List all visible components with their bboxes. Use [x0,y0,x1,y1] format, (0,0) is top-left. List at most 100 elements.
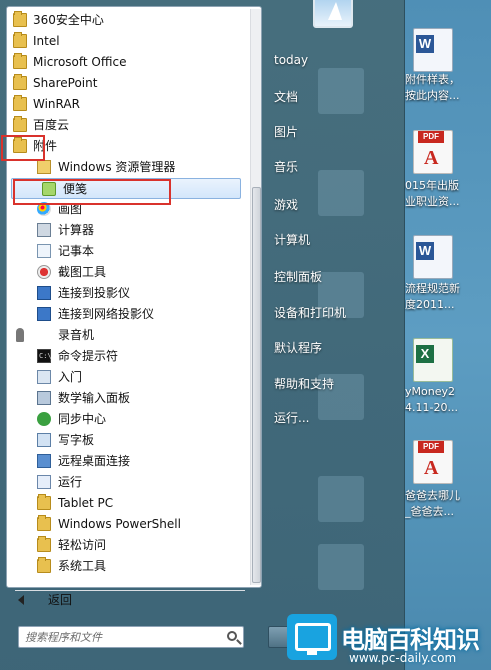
folder-icon [37,536,51,552]
item-label: 命令提示符 [58,349,119,363]
program-powershell-folder[interactable]: Windows PowerShell [7,514,247,535]
snipping-tool-icon [37,265,51,279]
program-winrar-folder[interactable]: WinRAR [7,94,247,115]
highlight-accessories [1,135,45,161]
microphone-icon [16,328,24,342]
program-ease-of-access-folder[interactable]: 轻松访问 [7,535,247,556]
program-calculator[interactable]: 计算器 [7,220,247,241]
getting-started-icon [37,370,51,384]
item-label: SharePoint [33,76,98,90]
desktop: 附件样表， 按此内容... 015年出版 业职业资... 流程规范新 度2011… [405,0,491,670]
item-label: WinRAR [33,97,80,111]
program-microsoft-office-folder[interactable]: Microsoft Office [7,52,247,73]
desktop-icon-label: 流程规范新 [405,282,460,295]
item-label: 轻松访问 [58,538,107,552]
watermark-monitor-icon [287,614,337,660]
program-snipping-tool[interactable]: 截图工具 [7,262,247,283]
folder-icon [13,53,27,69]
item-label: 入门 [58,370,83,384]
remote-desktop-icon [37,454,51,468]
start-menu: 360安全中心 Intel Microsoft Office SharePoin… [0,0,405,670]
pdf-icon [413,440,453,484]
item-label: 百度云 [33,118,70,132]
search-box[interactable] [18,626,244,648]
item-label: Windows 资源管理器 [58,160,176,174]
desktop-icon-label: 4.11-20... [405,401,458,414]
desktop-icon-label: _爸爸去... [405,505,454,518]
program-remote-desktop[interactable]: 远程桌面连接 [7,451,247,472]
link-documents[interactable]: 文档 [274,88,298,105]
item-label: 连接到网络投影仪 [58,307,155,321]
program-list-scrollbar[interactable] [250,9,261,585]
math-input-icon [37,391,51,405]
link-pictures[interactable]: 图片 [274,123,298,140]
folder-icon [13,74,27,90]
item-label: 运行 [58,475,83,489]
desktop-icon-label: yMoney2 [405,385,455,398]
link-games[interactable]: 游戏 [274,196,298,213]
back-button[interactable]: 返回 [8,590,72,610]
link-today[interactable]: today [274,53,308,67]
link-control-panel[interactable]: 控制面板 [274,268,322,285]
item-label: Tablet PC [58,496,114,510]
program-notepad[interactable]: 记事本 [7,241,247,262]
link-default-programs[interactable]: 默认程序 [274,339,322,356]
notepad-icon [37,244,51,258]
background-shape [318,170,364,216]
back-label: 返回 [48,593,73,607]
user-picture[interactable] [313,0,353,28]
program-getting-started[interactable]: 入门 [7,367,247,388]
word-doc-icon [413,235,453,279]
item-label: 写字板 [58,433,95,447]
item-label: Microsoft Office [33,55,127,69]
projector-icon [37,286,51,300]
folder-icon [13,95,27,111]
network-projector-icon [37,307,51,321]
program-wordpad[interactable]: 写字板 [7,430,247,451]
program-system-tools-folder[interactable]: 系统工具 [7,556,247,577]
link-help-support[interactable]: 帮助和支持 [274,375,334,392]
watermark-url: www.pc-daily.com [349,651,457,665]
link-music[interactable]: 音乐 [274,158,298,175]
item-label: 连接到投影仪 [58,286,131,300]
folder-icon [13,11,27,27]
back-arrow-icon [18,595,24,605]
item-label: 系统工具 [58,559,107,573]
search-input[interactable] [25,629,215,645]
program-baiduyun-folder[interactable]: 百度云 [7,115,247,136]
run-icon [37,475,51,489]
program-360safe-folder[interactable]: 360安全中心 [7,10,247,31]
excel-icon [413,338,453,382]
program-math-input-panel[interactable]: 数学输入面板 [7,388,247,409]
folder-icon [37,494,51,510]
link-run[interactable]: 运行... [274,409,309,426]
search-icon[interactable] [227,631,237,641]
all-programs-pane: 360安全中心 Intel Microsoft Office SharePoin… [1,6,262,591]
program-sound-recorder[interactable]: 录音机 [7,325,247,346]
calculator-icon [37,223,51,237]
watermark-title: 电脑百科知识 [341,626,480,654]
folder-icon [13,32,27,48]
item-label: 远程桌面连接 [58,454,131,468]
desktop-icon-label: 附件样表， [405,73,460,86]
folder-icon [37,557,51,573]
pdf-icon [413,130,453,174]
item-label: 计算器 [58,223,95,237]
program-sync-center[interactable]: 同步中心 [7,409,247,430]
program-sharepoint-folder[interactable]: SharePoint [7,73,247,94]
background-shape [318,544,364,590]
explorer-icon [37,160,51,174]
background-shape [318,476,364,522]
desktop-icon-label: 业职业资... [405,195,460,208]
program-connect-network-projector[interactable]: 连接到网络投影仪 [7,304,247,325]
program-tablet-pc-folder[interactable]: Tablet PC [7,493,247,514]
item-label: 截图工具 [58,265,107,279]
scrollbar-thumb[interactable] [252,187,261,583]
program-run[interactable]: 运行 [7,472,247,493]
link-computer[interactable]: 计算机 [274,231,310,248]
program-command-prompt[interactable]: 命令提示符 [7,346,247,367]
desktop-icon-label: 按此内容... [405,89,460,102]
program-intel-folder[interactable]: Intel [7,31,247,52]
program-connect-projector[interactable]: 连接到投影仪 [7,283,247,304]
link-devices-printers[interactable]: 设备和打印机 [274,304,346,321]
